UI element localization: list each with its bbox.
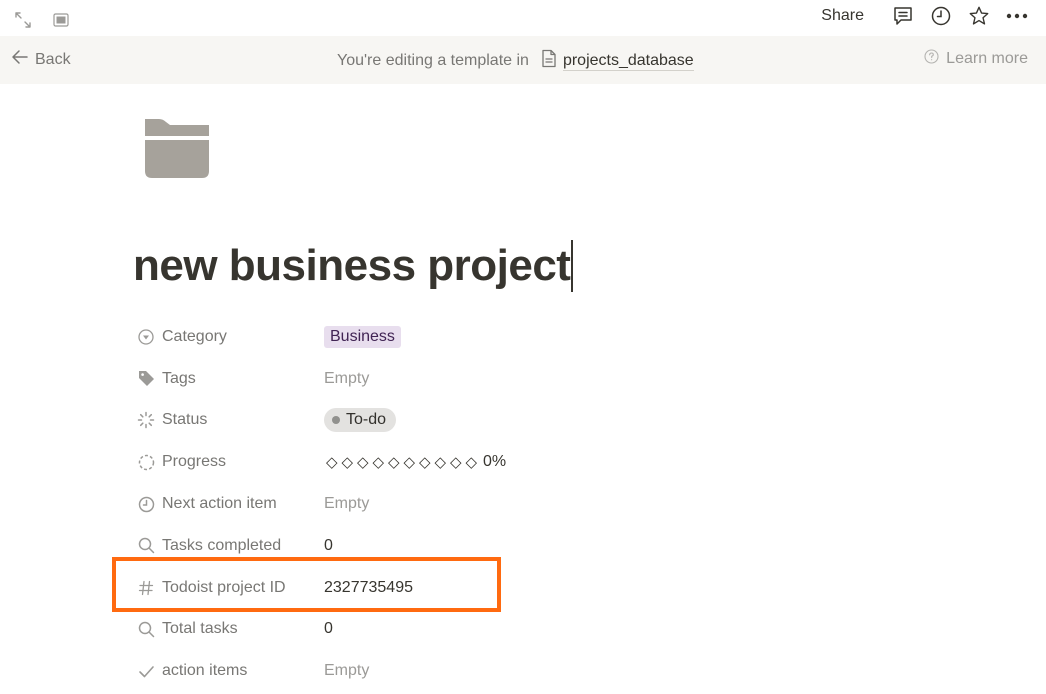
property-value[interactable]: 0 [324,613,333,645]
property-name[interactable]: action items [133,655,324,687]
progress-percent: 0% [483,453,507,471]
property-label: Progress [162,453,227,471]
page-title[interactable]: new business project [133,238,573,294]
progress-segment: ◇ [403,454,416,472]
property-label: Status [162,411,208,429]
database-link[interactable]: projects_database [541,49,694,73]
property-value[interactable]: Empty [324,363,369,395]
editing-template-text: You're editing a template in [337,52,529,69]
status-dot [332,416,340,425]
property-name[interactable]: Progress [133,446,324,478]
progress-segment: ◇ [465,454,478,472]
property-name[interactable]: Tasks completed [133,530,324,562]
learn-more-label: Learn more [946,50,1028,67]
progress-bar: ◇ ◇ ◇ ◇ ◇ ◇ ◇ ◇ ◇ ◇ [324,453,479,471]
history-clock-icon[interactable] [928,3,954,29]
property-name[interactable]: Category [133,321,324,353]
database-name: projects_database [562,51,694,71]
property-label: action items [162,662,248,680]
progress-segment: ◇ [341,454,354,472]
page-document-icon [541,49,557,73]
property-name[interactable]: Status [133,404,324,436]
property-label: Tasks completed [162,536,282,554]
property-label: Todoist project ID [162,578,286,596]
property-label: Tags [162,369,196,387]
status-icon [137,411,155,429]
property-value[interactable]: To-do [324,404,397,436]
property-name[interactable]: Next action item [133,488,324,520]
comment-icon[interactable] [890,3,916,29]
progress-segment: ◇ [387,454,400,472]
top-bar: Share [0,0,1046,36]
select-icon [137,328,155,346]
help-circle-icon [924,49,939,69]
property-name[interactable]: Tags [133,363,324,395]
property-label: Total tasks [162,620,238,638]
search-icon [137,537,155,555]
check-icon [137,662,155,680]
back-button[interactable]: Back [11,49,71,70]
search-icon [137,620,155,638]
property-row-todoist-project-id: Todoist project ID 2327735495 [133,567,733,609]
progress-segment: ◇ [372,454,385,472]
hash-icon [137,579,155,597]
property-row-action-items: action items Empty [133,650,733,692]
property-row-tags: Tags Empty [133,358,733,400]
arrow-left-icon [11,49,29,70]
rollup-icon [137,453,155,471]
folder-icon[interactable] [144,119,210,179]
property-row-next-action-item: Next action item Empty [133,483,733,525]
category-tag: Business [324,325,401,348]
back-label: Back [35,50,71,68]
property-value[interactable]: ◇ ◇ ◇ ◇ ◇ ◇ ◇ ◇ ◇ ◇ 0% [324,446,506,478]
property-row-total-tasks: Total tasks 0 [133,609,733,651]
star-icon[interactable] [966,3,992,29]
property-row-progress: Progress ◇ ◇ ◇ ◇ ◇ ◇ ◇ ◇ ◇ ◇ 0% [133,441,733,483]
progress-segment: ◇ [325,454,338,472]
property-name[interactable]: Total tasks [133,613,324,645]
property-value[interactable]: 2327735495 [324,572,413,604]
property-value[interactable]: 0 [324,530,333,562]
page-title-text: new business project [133,241,571,290]
property-row-tasks-completed: Tasks completed 0 [133,525,733,567]
property-value[interactable]: Business [324,321,401,353]
template-banner: Back You're editing a template in projec… [0,36,1046,84]
more-icon[interactable] [1004,3,1030,29]
property-value[interactable]: Empty [324,488,369,520]
properties-list: Category Business Tags Empty Status To-d… [133,316,733,692]
progress-segment: ◇ [434,454,447,472]
learn-more-link[interactable]: Learn more [924,49,1028,69]
property-value[interactable]: Empty [324,655,369,687]
clock-icon [137,495,155,513]
property-name[interactable]: Todoist project ID [133,572,324,604]
status-label: To-do [346,411,387,429]
text-cursor [571,240,573,292]
property-row-status: Status To-do [133,400,733,442]
progress-segment: ◇ [449,454,462,472]
sidebar-peek-icon[interactable] [48,7,74,33]
expand-icon[interactable] [10,7,36,33]
status-badge: To-do [324,408,397,433]
property-row-category: Category Business [133,316,733,358]
progress-segment: ◇ [418,454,431,472]
progress-segment: ◇ [356,454,369,472]
tag-icon [137,370,155,388]
property-label: Category [162,327,227,345]
property-label: Next action item [162,495,277,513]
share-button[interactable]: Share [821,3,864,29]
